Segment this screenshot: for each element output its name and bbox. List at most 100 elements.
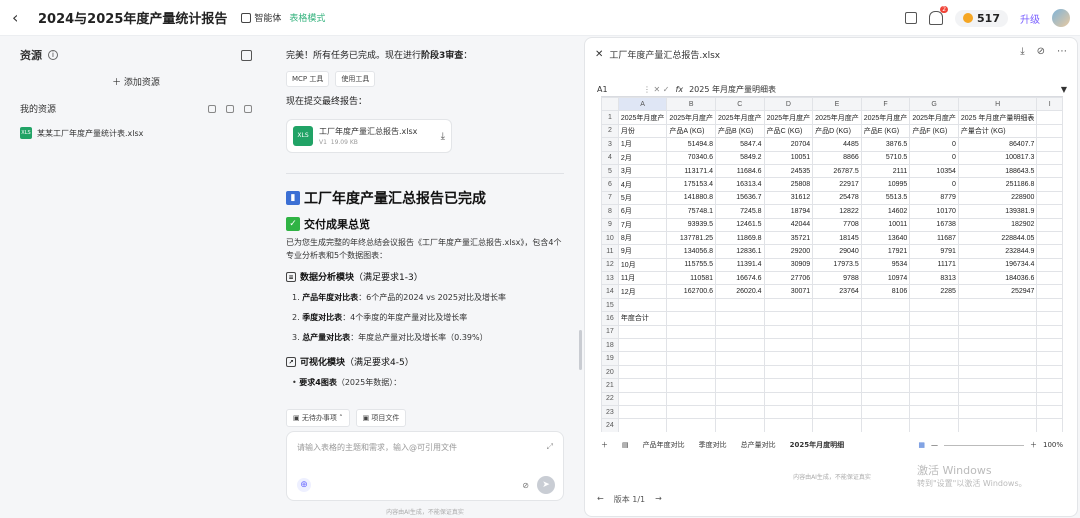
column-header[interactable]: C xyxy=(715,97,765,112)
sheet-cell[interactable] xyxy=(666,391,716,406)
sheet-cell[interactable]: 182902 xyxy=(957,217,1038,232)
sheet-cell[interactable]: 2025年月度产 xyxy=(715,110,765,125)
tab-sheet-active[interactable]: 2025年月度明细 xyxy=(790,440,844,450)
sheet-cell[interactable]: 228900 xyxy=(957,190,1038,206)
row-header[interactable]: 5 xyxy=(601,163,619,179)
sheet-cell[interactable] xyxy=(909,391,959,406)
folder-icon[interactable] xyxy=(244,104,252,113)
sheet-cell[interactable]: 产品A (KG) xyxy=(666,123,716,139)
sheet-cell[interactable] xyxy=(763,364,814,380)
sheet-cell[interactable]: 11684.6 xyxy=(715,163,765,179)
sheet-cell[interactable]: 2025年月度产 xyxy=(909,110,959,125)
sheet-cell[interactable]: 2025年月度产 xyxy=(763,110,814,125)
sheet-cell[interactable]: 20704 xyxy=(763,137,814,152)
sheet-cell[interactable] xyxy=(860,378,911,393)
tab-sheet[interactable]: 产品年度对比 xyxy=(643,440,685,450)
sheet-cell[interactable]: 30909 xyxy=(763,257,814,273)
sheet-cell[interactable]: 10051 xyxy=(763,150,814,165)
sheet-cell[interactable]: 134056.8 xyxy=(666,244,716,259)
sheet-cell[interactable] xyxy=(715,338,765,353)
tab-sheet[interactable]: 季度对比 xyxy=(699,440,727,450)
sheet-cell[interactable] xyxy=(957,391,1038,406)
sheet-cell[interactable] xyxy=(715,324,765,340)
sheet-cell[interactable] xyxy=(1036,257,1063,273)
chevron-down-icon[interactable]: ▼ xyxy=(1061,85,1067,94)
grid-view-icon[interactable]: ▦ xyxy=(918,441,925,449)
sheet-cell[interactable]: 产品B (KG) xyxy=(715,123,765,139)
sheet-cell[interactable] xyxy=(1036,297,1063,313)
sheet-cell[interactable] xyxy=(812,311,862,326)
sheet-cell[interactable]: 12月 xyxy=(617,284,668,299)
sheet-cell[interactable]: 9791 xyxy=(909,244,959,259)
sheet-cell[interactable] xyxy=(666,351,716,366)
sheet-cell[interactable] xyxy=(715,297,765,313)
sheet-cell[interactable] xyxy=(666,338,716,353)
sheet-cell[interactable] xyxy=(860,404,911,420)
sheet-cell[interactable]: 110581 xyxy=(666,271,716,286)
sheet-cell[interactable]: 产品F (KG) xyxy=(909,123,959,139)
sheet-cell[interactable]: 11391.4 xyxy=(715,257,765,273)
sheet-cell[interactable]: 15636.7 xyxy=(715,190,765,206)
sheet-cell[interactable] xyxy=(666,418,716,432)
sheet-cell[interactable]: 5849.2 xyxy=(715,150,765,165)
sheet-cell[interactable]: 9788 xyxy=(812,271,862,286)
sheet-cell[interactable] xyxy=(909,297,959,313)
sheet-cell[interactable]: 11171 xyxy=(909,257,959,273)
sheet-cell[interactable] xyxy=(715,311,765,326)
sheet-cell[interactable] xyxy=(763,351,814,366)
row-header[interactable]: 4 xyxy=(601,150,619,165)
sheet-cell[interactable] xyxy=(617,297,668,313)
sheet-cell[interactable]: 30071 xyxy=(763,284,814,299)
sheet-cell[interactable]: 0 xyxy=(909,150,959,165)
sheet-cell[interactable] xyxy=(860,418,911,432)
tab-sheet[interactable]: 总产量对比 xyxy=(741,440,776,450)
zoom-out-button[interactable]: — xyxy=(931,441,938,449)
sheet-cell[interactable] xyxy=(763,324,814,340)
sheet-cell[interactable]: 162700.6 xyxy=(666,284,716,299)
sheet-cell[interactable]: 25478 xyxy=(812,190,862,206)
row-header[interactable]: 17 xyxy=(601,324,619,340)
sheet-cell[interactable] xyxy=(666,404,716,420)
send-button[interactable]: ➤ xyxy=(537,476,555,494)
sheet-cell[interactable]: 8106 xyxy=(860,284,911,299)
sheet-cell[interactable] xyxy=(957,418,1038,432)
sheet-cell[interactable]: 11月 xyxy=(617,271,668,286)
sheet-cell[interactable] xyxy=(1036,177,1063,192)
sheet-cell[interactable] xyxy=(666,364,716,380)
sheet-cell[interactable]: 29040 xyxy=(812,244,862,259)
sheet-cell[interactable] xyxy=(860,391,911,406)
sheet-cell[interactable] xyxy=(1036,391,1063,406)
sheet-cell[interactable]: 17973.5 xyxy=(812,257,862,273)
sheet-cell[interactable]: 9534 xyxy=(860,257,911,273)
sheet-list-icon[interactable]: ▤ xyxy=(622,441,629,449)
sheet-cell[interactable] xyxy=(1036,324,1063,340)
sheet-cell[interactable]: 6月 xyxy=(617,204,668,219)
upgrade-button[interactable]: 升级 xyxy=(1020,11,1040,26)
column-header[interactable]: E xyxy=(812,97,862,112)
add-sheet-button[interactable]: ＋ xyxy=(601,440,608,450)
sheet-cell[interactable]: 12822 xyxy=(812,204,862,219)
sheet-cell[interactable]: 1月 xyxy=(617,137,668,152)
sheet-cell[interactable]: 251186.8 xyxy=(957,177,1038,192)
column-header[interactable]: B xyxy=(666,97,716,112)
sheet-cell[interactable]: 23764 xyxy=(812,284,862,299)
close-icon[interactable]: ✕ xyxy=(595,49,603,60)
sheet-cell[interactable] xyxy=(909,324,959,340)
sheet-cell[interactable]: 10011 xyxy=(860,217,911,232)
sheet-cell[interactable] xyxy=(617,364,668,380)
sheet-cell[interactable] xyxy=(1036,244,1063,259)
sheet-cell[interactable]: 产量合计 (KG) xyxy=(957,123,1038,139)
sheet-cell[interactable] xyxy=(957,351,1038,366)
bell-icon[interactable]: 2 xyxy=(929,6,949,25)
sheet-cell[interactable]: 27706 xyxy=(763,271,814,286)
row-header[interactable]: 10 xyxy=(601,230,619,246)
mcp-tool-chip[interactable]: MCP 工具 xyxy=(286,71,330,87)
sheet-cell[interactable]: 175153.4 xyxy=(666,177,716,192)
sheet-cell[interactable] xyxy=(617,338,668,353)
sheet-cell[interactable]: 月份 xyxy=(617,123,668,139)
sheet-cell[interactable] xyxy=(1036,351,1063,366)
sheet-cell[interactable] xyxy=(666,324,716,340)
column-header[interactable]: F xyxy=(860,97,911,112)
zoom-slider[interactable] xyxy=(943,444,1024,446)
sheet-cell[interactable]: 16313.4 xyxy=(715,177,765,192)
